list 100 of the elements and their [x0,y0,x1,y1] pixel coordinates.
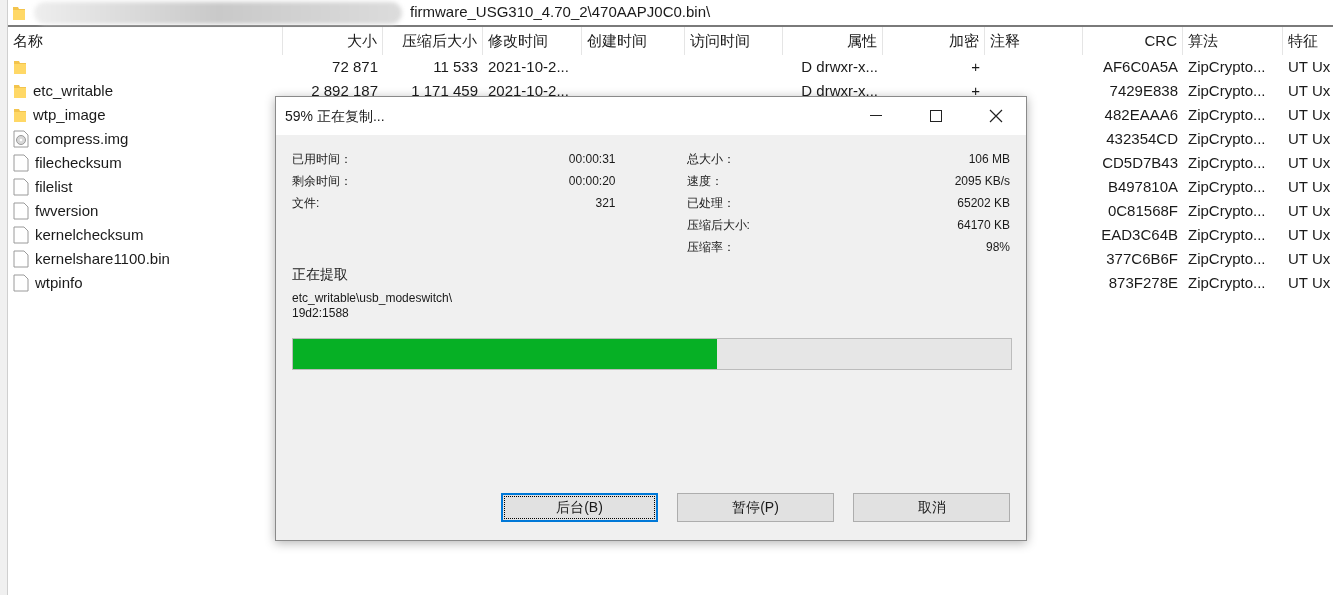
file-name: compress.img [35,128,129,149]
column-header[interactable]: 压缩后大小 [383,27,483,55]
column-header[interactable]: CRC [1083,27,1183,55]
table-cell-text: 7429E838 [1109,80,1178,101]
disc-image-icon [13,130,29,148]
table-cell-text: 1 171 459 [411,80,478,101]
path-text: firmware_USG310_4.70_2\470AAPJ0C0.bin\ [410,2,711,23]
table-cell-text: UT Ux [1288,104,1331,125]
stat-value: 98% [985,239,1010,256]
table-cell-text: ZipCrypto... [1188,104,1266,125]
section-label: 正在提取 [292,265,348,284]
maximize-icon [930,110,942,122]
table-cell-text: ZipCrypto... [1188,152,1266,173]
table-cell-text: 873F278E [1108,272,1178,293]
table-cell-text: 2 892 187 [311,80,378,101]
window-title: 59% 正在复制... [285,106,386,126]
stat-label: 速度： [686,173,723,190]
column-header[interactable]: 名称 [8,27,283,55]
table-cell-text: + [971,80,980,101]
file-name: filelist [35,176,73,197]
stat-value: 00:00:20 [568,173,616,190]
table-cell-text: 72 871 [332,56,378,77]
table-cell-text: ZipCrypto... [1188,56,1266,77]
table-cell-text: UT Ux [1288,200,1331,221]
column-header[interactable]: 修改时间 [483,27,582,55]
table-cell-text: D drwxr-x... [801,80,878,101]
table-cell-text: 0C81568F [1107,200,1178,221]
stat-label: 文件: [292,195,320,212]
stat-value: 2095 KB/s [954,173,1010,190]
file-name: fwversion [35,200,99,221]
stat-label: 剩余时间： [292,173,352,190]
column-header[interactable]: 创建时间 [582,27,685,55]
table-cell-text: 11 533 [433,56,478,77]
file-name: filechecksum [35,152,122,173]
table-cell-text: AF6C0A5A [1102,56,1178,77]
table-cell-text: CD5D7B43 [1102,152,1178,173]
column-header[interactable]: 属性 [783,27,883,55]
table-cell-text: UT Ux [1288,248,1331,269]
folder-icon [13,83,27,99]
dialog-button[interactable]: 暂停(P) [677,493,834,522]
table-cell-text: ZipCrypto... [1188,176,1266,197]
column-header[interactable]: 大小 [283,27,383,55]
file-icon [13,178,29,196]
stat-value: 64170 KB [957,217,1010,234]
table-cell-text: ZipCrypto... [1188,200,1266,221]
file-name: kernelchecksum [35,224,144,245]
current-file-path: etc_writable\usb_modeswitch\ [292,291,453,306]
stat-label: 已用时间： [292,151,352,168]
stat-label: 已处理： [686,195,735,212]
table-cell-text: EAD3C64B [1101,224,1178,245]
file-name: kernelshare1100.bin [35,248,170,269]
table-cell-text: UT Ux [1288,80,1331,101]
stat-value: 65202 KB [957,195,1010,212]
table-cell-text: B497810A [1107,176,1178,197]
column-header[interactable]: 特征 [1283,27,1333,55]
table-cell-text: UT Ux [1288,152,1331,173]
file-icon [13,202,29,220]
stat-label: 压缩后大小: [686,217,750,234]
file-icon [13,250,29,268]
table-cell-text: UT Ux [1288,176,1331,197]
current-file-path: 19d2:1588 [292,306,349,321]
close-icon [989,109,1003,123]
stat-value: 321 [595,195,616,212]
column-header[interactable]: 加密 [883,27,985,55]
table-cell-text: + [971,56,980,77]
column-header[interactable]: 访问时间 [685,27,783,55]
table-cell-text: ZipCrypto... [1188,248,1266,269]
file-name: wtpinfo [35,272,83,293]
dialog-button[interactable]: 后台(B) [501,493,658,522]
folder-icon [13,59,27,75]
table-cell-text: ZipCrypto... [1188,224,1266,245]
stat-value: 00:00:31 [568,151,616,168]
stat-value: 106 MB [968,151,1010,168]
table-cell-text: UT Ux [1288,56,1331,77]
table-cell-text: 2021-10-2... [488,56,569,77]
folder-icon [12,4,26,21]
folder-icon [13,107,27,123]
table-cell-text: 432354CD [1106,128,1178,149]
file-icon [13,226,29,244]
table-cell-text: D drwxr-x... [801,56,878,77]
dialog-button[interactable]: 取消 [853,493,1010,522]
table-cell-text: ZipCrypto... [1188,128,1266,149]
table-cell-text: UT Ux [1288,224,1331,245]
path-bar[interactable]: firmware_USG310_4.70_2\470AAPJ0C0.bin\ [8,0,1333,27]
file-name: etc_writable [33,80,114,101]
column-header[interactable]: 算法 [1183,27,1283,55]
table-cell-text: UT Ux [1288,128,1331,149]
table-cell-text: ZipCrypto... [1188,80,1266,101]
table-cell-text: UT Ux [1288,272,1331,293]
file-icon [13,274,29,292]
table-cell-text: ZipCrypto... [1188,272,1266,293]
file-name: wtp_image [33,104,106,125]
minimize-icon [870,115,882,117]
stat-label: 压缩率： [686,239,735,256]
table-cell-text: 482EAAA6 [1104,104,1178,125]
stat-label: 总大小： [686,151,735,168]
file-icon [13,154,29,172]
table-cell-text: 377C6B6F [1106,248,1178,269]
column-header[interactable]: 注释 [985,27,1083,55]
table-cell-text: 2021-10-2... [488,80,569,101]
